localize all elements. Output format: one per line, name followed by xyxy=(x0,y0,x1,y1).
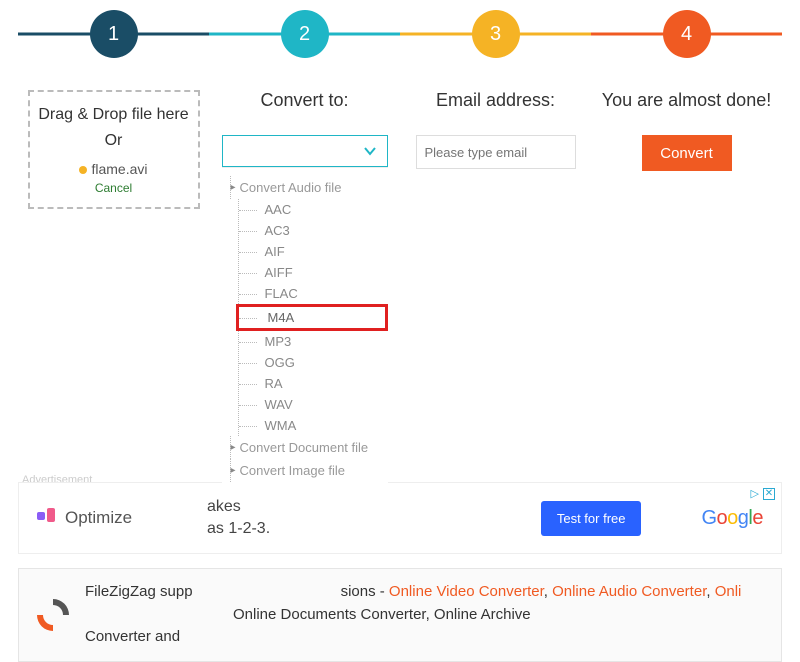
format-option-mp3[interactable]: MP3 xyxy=(239,331,388,352)
uploaded-filename: flame.avi xyxy=(91,161,147,177)
format-option-flac[interactable]: FLAC xyxy=(239,283,388,304)
ad-close-icon[interactable]: ✕ xyxy=(763,488,775,500)
cancel-upload-link[interactable]: Cancel xyxy=(30,181,198,195)
link-audio-converter[interactable]: Online Audio Converter xyxy=(552,583,706,600)
link-video-converter[interactable]: Online Video Converter xyxy=(389,583,544,600)
dropdown-group-document[interactable]: Convert Document file xyxy=(230,436,388,459)
format-option-aac[interactable]: AAC xyxy=(239,199,388,220)
convert-button[interactable]: Convert xyxy=(642,135,732,171)
dropdown-group-image[interactable]: Convert Image file xyxy=(230,459,388,482)
step-1: 1 xyxy=(90,10,138,58)
ad-copy: akes as 1-2-3. xyxy=(207,496,541,541)
file-status-dot-icon xyxy=(79,166,87,174)
ad-cta-button[interactable]: Test for free xyxy=(541,501,642,536)
email-heading: Email address: xyxy=(436,90,555,111)
format-option-aif[interactable]: AIF xyxy=(239,241,388,262)
format-select[interactable] xyxy=(222,135,388,167)
almost-done-heading: You are almost done! xyxy=(602,90,771,111)
email-field[interactable] xyxy=(416,135,576,169)
optimize-brand: Optimize xyxy=(65,508,132,528)
google-logo: Google xyxy=(701,507,763,530)
info-footer-text: FileZigZag suppsions - Online Video Conv… xyxy=(85,581,767,649)
step-2: 2 xyxy=(281,10,329,58)
ad-play-icon[interactable]: ▷ xyxy=(751,487,759,500)
format-option-wma[interactable]: WMA xyxy=(239,415,388,436)
link-more[interactable]: Onli xyxy=(715,583,742,600)
format-option-aiff[interactable]: AIFF xyxy=(239,262,388,283)
format-option-ogg[interactable]: OGG xyxy=(239,352,388,373)
ad-controls[interactable]: ▷ ✕ xyxy=(751,487,775,500)
format-option-wav[interactable]: WAV xyxy=(239,394,388,415)
format-dropdown: Convert Audio file AAC AC3 AIF AIFF FLAC… xyxy=(222,167,388,490)
dropzone-or: Or xyxy=(30,128,198,154)
dropzone-label: Drag & Drop file here xyxy=(30,102,198,128)
file-dropzone[interactable]: Drag & Drop file here Or flame.avi Cance… xyxy=(28,90,200,209)
optimize-logo-icon xyxy=(37,508,57,528)
step-indicator: 1 2 3 4 xyxy=(18,10,782,72)
chevron-down-icon xyxy=(363,144,377,158)
dropdown-group-audio[interactable]: Convert Audio file xyxy=(230,176,388,199)
step-4: 4 xyxy=(663,10,711,58)
filezigzag-logo-icon xyxy=(33,595,73,635)
format-option-ac3[interactable]: AC3 xyxy=(239,220,388,241)
info-footer: FileZigZag suppsions - Online Video Conv… xyxy=(18,568,782,662)
convert-to-heading: Convert to: xyxy=(260,90,348,111)
ad-banner[interactable]: ▷ ✕ Optimize akes as 1-2-3. Test for fre… xyxy=(18,482,782,554)
format-option-m4a[interactable]: M4A xyxy=(236,304,388,331)
step-3: 3 xyxy=(472,10,520,58)
uploaded-file: flame.avi xyxy=(30,161,198,177)
format-option-ra[interactable]: RA xyxy=(239,373,388,394)
